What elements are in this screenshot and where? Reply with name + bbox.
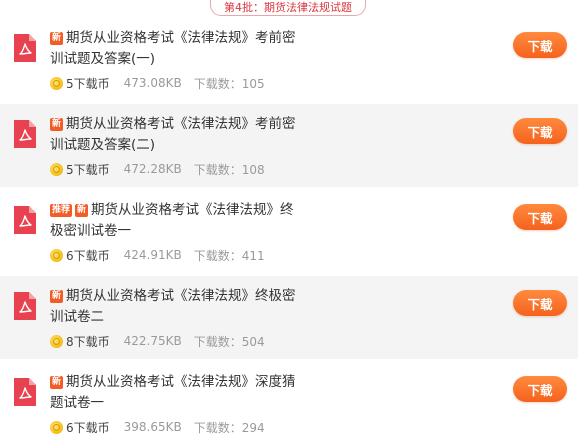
item-title-row[interactable]: 推荐新期货从业资格考试《法律法规》终极密训试卷一 — [50, 200, 300, 242]
item-size: 398.65KB — [123, 420, 182, 434]
download-button[interactable]: 下载 — [513, 118, 567, 144]
pdf-file-icon — [12, 204, 38, 236]
download-button[interactable]: 下载 — [513, 32, 567, 58]
item-cost: 8下载币 — [66, 334, 110, 349]
list-item: 推荐新期货从业资格考试《法律法规》终极密训试卷一 6下载币 424.91KB 下载数：… — [0, 190, 578, 273]
item-downloads: 下载数：504 — [193, 334, 265, 349]
item-title[interactable]: 期货从业资格考试《法律法规》考前密训试题及答案(二) — [50, 116, 296, 153]
coin-icon — [50, 248, 63, 262]
list-item: 新期货从业资格考试《法律法规》深度猜题试卷一 6下载币 398.65KB 下载数：29… — [0, 362, 578, 445]
new-badge: 新 — [50, 118, 64, 131]
item-cost: 6下载币 — [66, 420, 110, 435]
resource-list: 新期货从业资格考试《法律法规》考前密训试题及答案(一) 5下载币 473.08KB 下… — [0, 18, 578, 448]
list-item: 新期货从业资格考试《法律法规》考前密训试题及答案(二) 5下载币 472.28KB 下… — [0, 104, 578, 187]
item-title[interactable]: 期货从业资格考试《法律法规》终极密训试卷二 — [50, 288, 296, 325]
item-size: 472.28KB — [123, 162, 182, 176]
item-meta: 5下载币 472.28KB 下载数：108 — [50, 161, 265, 177]
new-badge: 新 — [50, 290, 64, 303]
list-item: 新期货从业资格考试《法律法规》终极密训试卷二 8下载币 422.75KB 下载数：50… — [0, 276, 578, 359]
batch-header: 第4批：期货法律法规试题 — [210, 0, 366, 16]
list-item: 新期货从业资格考试《法律法规》考前密训试题及答案(一) 5下载币 473.08KB 下… — [0, 18, 578, 101]
item-downloads: 下载数：294 — [193, 420, 265, 435]
item-meta: 5下载币 473.08KB 下载数：105 — [50, 75, 265, 91]
new-badge: 新 — [50, 376, 64, 389]
item-downloads: 下载数：105 — [193, 76, 265, 91]
item-cost: 6下载币 — [66, 248, 110, 263]
item-downloads: 下载数：108 — [193, 162, 265, 177]
coin-icon — [50, 420, 63, 434]
item-title[interactable]: 期货从业资格考试《法律法规》深度猜题试卷一 — [50, 374, 296, 411]
item-title-row[interactable]: 新期货从业资格考试《法律法规》终极密训试卷二 — [50, 286, 300, 328]
pdf-file-icon — [12, 32, 38, 64]
item-downloads: 下载数：411 — [193, 248, 265, 263]
download-button[interactable]: 下载 — [513, 290, 567, 316]
coin-icon — [50, 162, 63, 176]
item-title-row[interactable]: 新期货从业资格考试《法律法规》考前密训试题及答案(二) — [50, 114, 300, 156]
download-button[interactable]: 下载 — [513, 376, 567, 402]
pdf-file-icon — [12, 376, 38, 408]
coin-icon — [50, 334, 63, 348]
download-button[interactable]: 下载 — [513, 204, 567, 230]
item-cost: 5下载币 — [66, 76, 110, 91]
batch-label: 第4批：期货法律法规试题 — [224, 1, 352, 14]
item-meta: 6下载币 398.65KB 下载数：294 — [50, 419, 265, 435]
item-cost: 5下载币 — [66, 162, 110, 177]
item-size: 422.75KB — [123, 334, 182, 348]
item-size: 473.08KB — [123, 76, 182, 90]
item-size: 424.91KB — [123, 248, 182, 262]
item-title-row[interactable]: 新期货从业资格考试《法律法规》考前密训试题及答案(一) — [50, 28, 300, 70]
item-title[interactable]: 期货从业资格考试《法律法规》考前密训试题及答案(一) — [50, 30, 296, 67]
item-title-row[interactable]: 新期货从业资格考试《法律法规》深度猜题试卷一 — [50, 372, 300, 414]
new-badge: 新 — [75, 204, 89, 217]
recommend-badge: 推荐 — [50, 204, 73, 217]
new-badge: 新 — [50, 32, 64, 45]
pdf-file-icon — [12, 118, 38, 150]
item-meta: 6下载币 424.91KB 下载数：411 — [50, 247, 265, 263]
coin-icon — [50, 76, 63, 90]
item-meta: 8下载币 422.75KB 下载数：504 — [50, 333, 265, 349]
pdf-file-icon — [12, 290, 38, 322]
